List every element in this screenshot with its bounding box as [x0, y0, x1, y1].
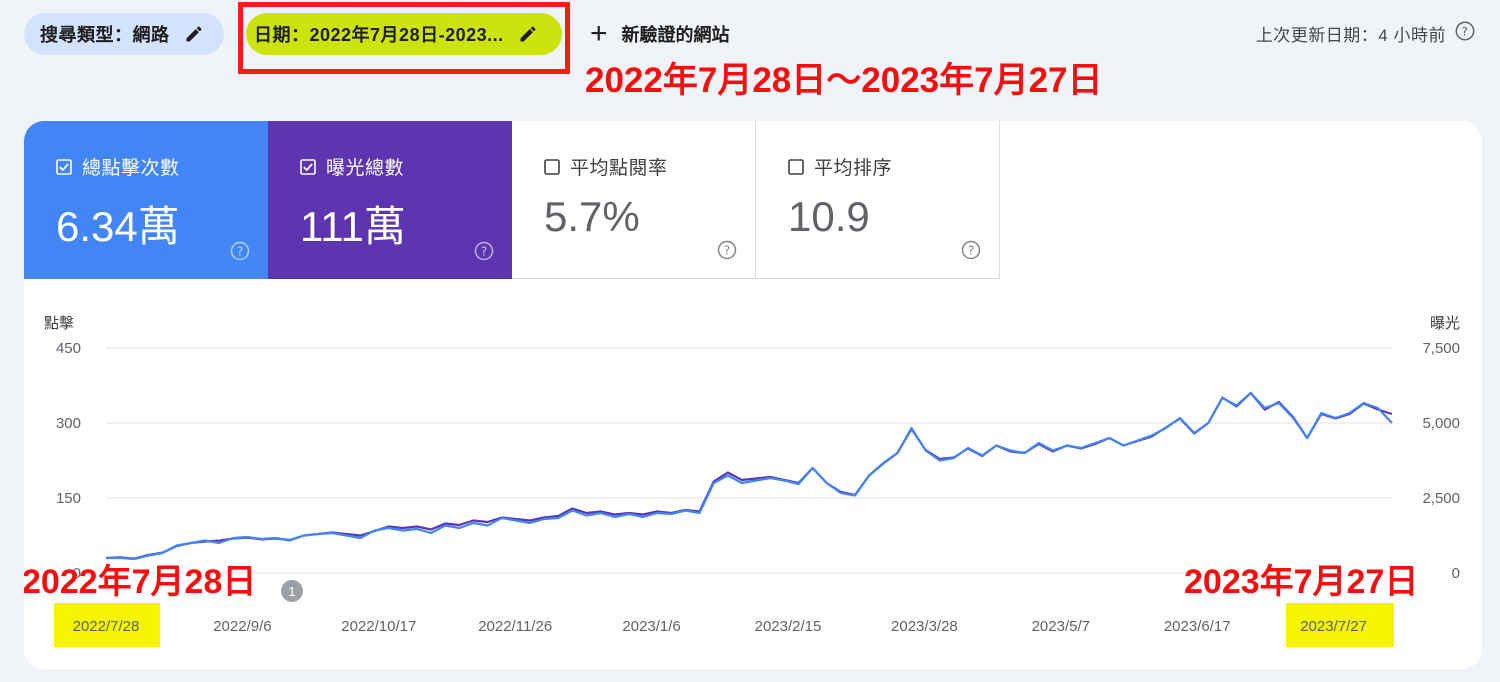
right-axis-label: 曝光	[1430, 315, 1460, 332]
start-date-annotation: 2022年7月28日	[24, 563, 256, 601]
x-axis-tick-label: 2022/11/26	[478, 618, 552, 635]
x-axis-tick-label: 2023/5/7	[1032, 618, 1090, 635]
end-date-annotation: 2023年7月27日	[1184, 563, 1418, 601]
right-axis-tick-label: 7,500	[1422, 340, 1460, 357]
new-verified-site-button[interactable]: + 新驗證的網站	[590, 18, 730, 50]
annotation-marker-label: 1	[288, 584, 295, 599]
help-icon[interactable]: ?	[1454, 20, 1476, 47]
x-axis-tick-label: 2022/10/17	[341, 618, 416, 635]
x-axis-tick-label: 2022/9/6	[213, 618, 271, 635]
x-axis-tick-label: 2023/1/6	[622, 618, 680, 635]
left-axis-tick-label: 300	[56, 415, 81, 432]
x-axis-tick-label: 2023/7/27	[1300, 618, 1367, 635]
edit-pencil-icon	[518, 24, 538, 44]
date-range-annotation: 2022年7月28日～2023年7月27日	[585, 61, 1103, 100]
x-axis-tick-label: 2022/7/28	[73, 618, 140, 635]
edit-pencil-icon	[184, 24, 204, 44]
impressions-series-line	[105, 391, 1393, 560]
plus-icon: +	[590, 17, 608, 50]
last-updated-info: 上次更新日期：4 小時前 ?	[1256, 20, 1476, 47]
left-axis-tick-label: 450	[56, 340, 81, 357]
x-axis-tick-label: 2023/2/15	[755, 618, 822, 635]
x-axis-tick-label: 2023/6/17	[1164, 618, 1231, 635]
performance-chart: 0 0150 2,500300 5,000450 7,500點擊 曝光2022/7/28 2…	[24, 314, 1460, 635]
left-axis-label: 點擊	[44, 314, 74, 332]
date-filter-chip[interactable]: 日期：2022年7月28日-2023...	[246, 13, 562, 55]
right-axis-tick-label: 0	[1452, 565, 1460, 582]
x-axis-tick-label: 2023/3/28	[891, 618, 958, 635]
last-updated-text: 上次更新日期：4 小時前	[1255, 26, 1446, 45]
performance-card: 總點擊次數 6.34萬 ? 曝光總數 111萬 ? 平均點閱率 5.7% ? 平…	[24, 121, 1482, 669]
search-type-label: 搜尋類型：網路	[40, 25, 170, 45]
svg-text:?: ?	[1462, 25, 1469, 39]
clicks-series-line	[106, 391, 1393, 561]
new-site-label: 新驗證的網站	[621, 25, 730, 45]
date-filter-label: 日期：2022年7月28日-2023...	[254, 25, 504, 45]
right-axis-tick-label: 5,000	[1422, 415, 1460, 432]
right-axis-tick-label: 2,500	[1422, 490, 1460, 507]
left-axis-tick-label: 150	[56, 490, 81, 507]
search-type-filter-chip[interactable]: 搜尋類型：網路	[24, 13, 224, 55]
